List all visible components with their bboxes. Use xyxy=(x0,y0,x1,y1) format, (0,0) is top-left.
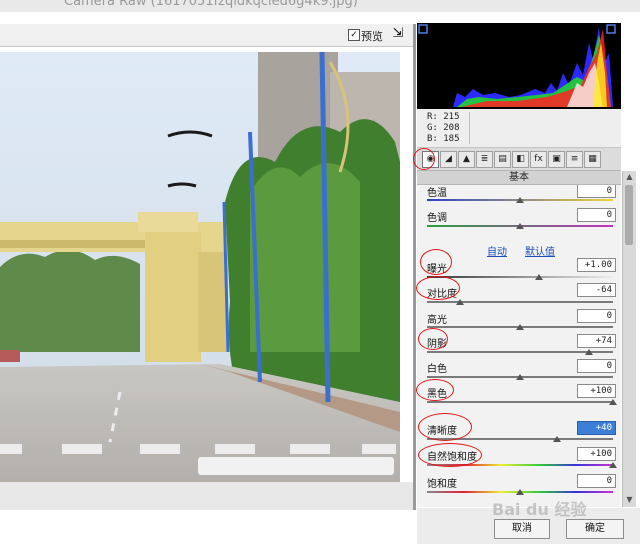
blue-value: B: 185 xyxy=(427,134,460,144)
auto-link[interactable]: 自动 xyxy=(487,243,507,258)
tint-field[interactable]: 0 xyxy=(577,208,616,222)
saturation-slider-thumb[interactable] xyxy=(516,489,524,495)
clarity-label: 清晰度 xyxy=(427,426,457,437)
panel-title: 基本 xyxy=(417,171,621,185)
whites-slider-thumb[interactable] xyxy=(516,374,524,380)
presets-icon[interactable]: ≡ xyxy=(566,151,583,168)
highlights-slider-thumb[interactable] xyxy=(516,324,524,330)
window-title-bar: Camera Raw (1617051fzqldkqcled6g4k9.jpg) xyxy=(0,0,640,12)
split-toning-icon[interactable]: ▤ xyxy=(494,151,511,168)
vibrance-label: 自然饱和度 xyxy=(427,452,477,463)
temp-label: 色温 xyxy=(427,188,447,199)
contrast-field[interactable]: -64 xyxy=(577,283,616,297)
histogram-graph xyxy=(418,24,616,107)
exposure-field[interactable]: +1.00 xyxy=(577,258,616,272)
rgb-readout: R: 215 G: 208 B: 185 xyxy=(417,109,621,148)
highlights-label: 高光 xyxy=(427,315,447,326)
basic-panel: 色温 0 色调 0 自动 默认值 曝光 +1.00 对比度 -64 高光 0 阴… xyxy=(417,185,621,507)
green-value: G: 208 xyxy=(427,123,460,133)
temp-field[interactable]: 0 xyxy=(577,185,616,198)
preview-checkbox[interactable]: ✓ xyxy=(348,29,360,41)
tone-curve-icon[interactable]: ◢ xyxy=(440,151,457,168)
red-value: R: 215 xyxy=(427,112,460,122)
detail-icon[interactable]: ▲ xyxy=(458,151,475,168)
snapshots-icon[interactable]: ▦ xyxy=(584,151,601,168)
vibrance-field[interactable]: +100 xyxy=(577,447,616,461)
tint-slider-thumb[interactable] xyxy=(516,223,524,229)
default-link[interactable]: 默认值 xyxy=(525,243,555,258)
shadows-label: 阴影 xyxy=(427,339,447,350)
lens-icon[interactable]: ◧ xyxy=(512,151,529,168)
cancel-button[interactable]: 取消 xyxy=(494,519,550,539)
saturation-field[interactable]: 0 xyxy=(577,474,616,488)
saturation-label: 饱和度 xyxy=(427,479,457,490)
blacks-slider-track[interactable] xyxy=(427,401,613,403)
blacks-field[interactable]: +100 xyxy=(577,384,616,398)
readout-separator xyxy=(469,112,470,144)
clarity-slider-track[interactable] xyxy=(427,438,613,440)
scrollbar-thumb[interactable] xyxy=(625,185,633,245)
contrast-label: 对比度 xyxy=(427,289,457,300)
hsl-icon[interactable]: ≣ xyxy=(476,151,493,168)
shadows-field[interactable]: +74 xyxy=(577,334,616,348)
scroll-up-icon[interactable]: ▲ xyxy=(625,172,634,181)
contrast-slider-thumb[interactable] xyxy=(456,299,465,305)
preview-image xyxy=(0,52,400,482)
panel-tabs: ◉ ◢ ▲ ≣ ▤ ◧ fx ▣ ≡ ▦ xyxy=(417,148,621,171)
ok-button[interactable]: 确定 xyxy=(566,519,624,539)
exposure-slider-track[interactable] xyxy=(427,276,613,278)
tint-label: 色调 xyxy=(427,213,447,224)
temp-slider-thumb[interactable] xyxy=(516,197,524,203)
vibrance-slider-thumb[interactable] xyxy=(609,462,617,468)
histogram xyxy=(417,23,621,109)
whites-label: 白色 xyxy=(427,364,447,375)
exposure-slider-thumb[interactable] xyxy=(534,274,543,280)
camera-calibration-icon[interactable]: ▣ xyxy=(548,151,565,168)
vibrance-slider-track[interactable] xyxy=(427,464,613,466)
panel-scrollbar[interactable]: ▲ ▼ xyxy=(622,171,636,507)
watermark-text: Bai du 经验 xyxy=(492,500,587,519)
blacks-slider-thumb[interactable] xyxy=(609,399,617,405)
blacks-label: 黑色 xyxy=(427,389,447,400)
contrast-slider-track[interactable] xyxy=(427,301,613,303)
scroll-down-icon[interactable]: ▼ xyxy=(625,495,634,504)
whites-field[interactable]: 0 xyxy=(577,359,616,373)
window-title: Camera Raw (1617051fzqldkqcled6g4k9.jpg) xyxy=(64,0,358,9)
fullscreen-toggle-icon[interactable]: ⇲ xyxy=(389,26,407,42)
clarity-field[interactable]: +40 xyxy=(577,421,616,435)
preview-label: 预览 xyxy=(361,30,383,43)
basic-icon[interactable]: ◉ xyxy=(422,151,439,168)
panel-divider[interactable] xyxy=(413,24,416,510)
shadows-slider-thumb[interactable] xyxy=(584,349,593,355)
fx-icon[interactable]: fx xyxy=(530,151,547,168)
highlights-field[interactable]: 0 xyxy=(577,309,616,323)
exposure-label: 曝光 xyxy=(427,264,447,275)
clarity-slider-thumb[interactable] xyxy=(553,436,562,442)
canvas-status-bar xyxy=(0,482,413,510)
image-preview-canvas[interactable] xyxy=(0,52,400,482)
